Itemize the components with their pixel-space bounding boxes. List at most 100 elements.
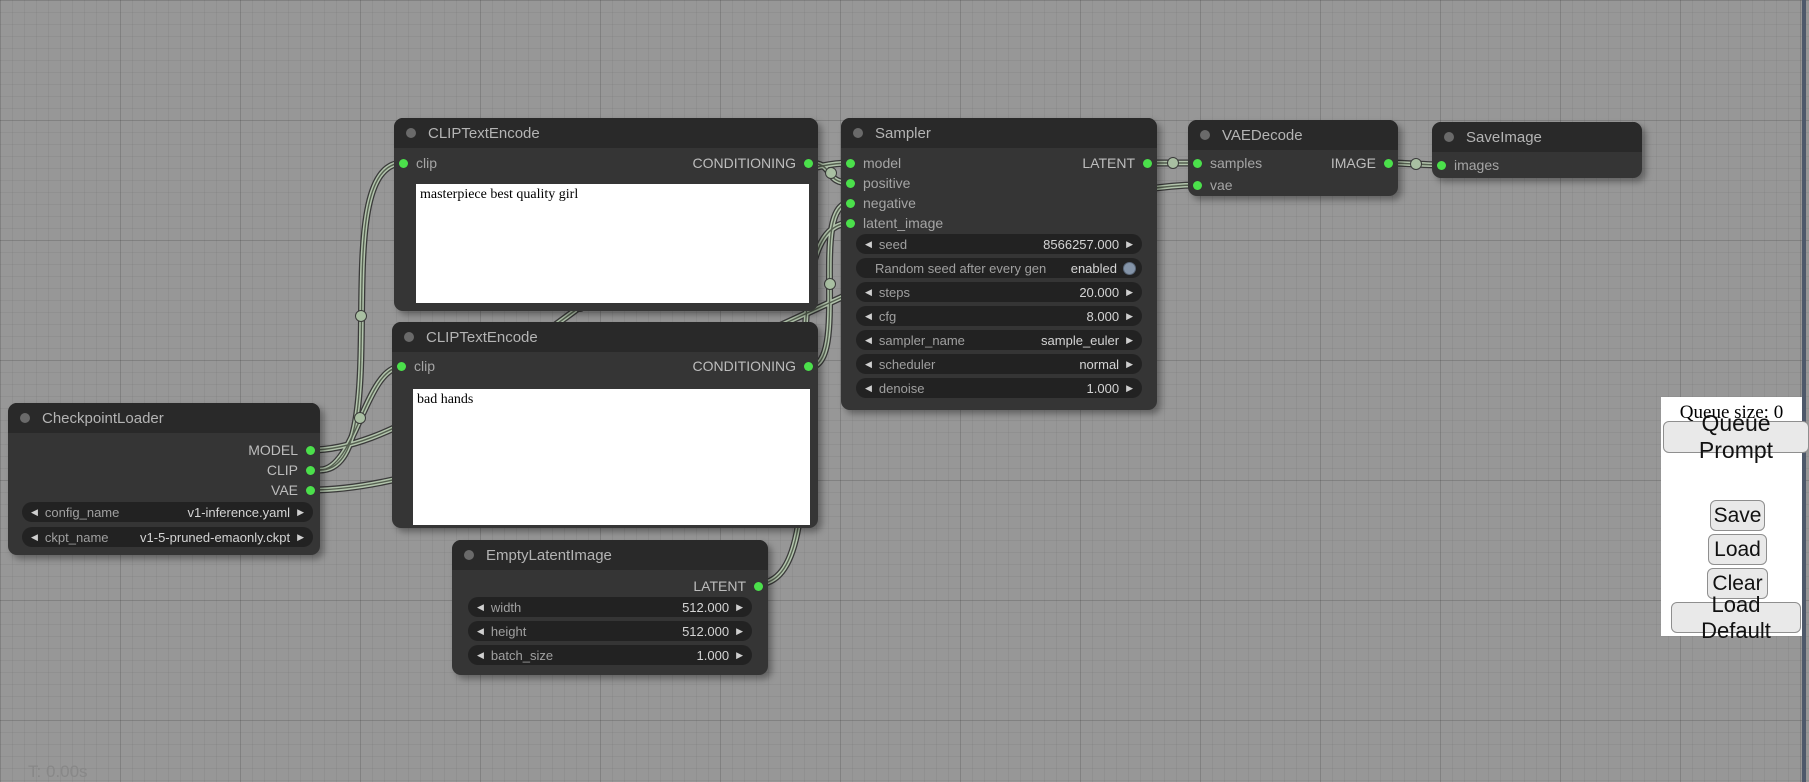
stepper-right-icon[interactable]: ▶	[297, 508, 304, 517]
collapse-dot[interactable]	[404, 332, 414, 342]
node-title-bar: SaveImage	[1432, 122, 1642, 152]
widget-steps[interactable]: ◀ steps 20.000 ▶	[856, 282, 1142, 302]
node-checkpoint-loader[interactable]: CheckpointLoader MODEL CLIP VAE ◀ config…	[8, 403, 320, 555]
output-slot-latent[interactable]: LATENT	[693, 576, 763, 596]
collapse-dot[interactable]	[1444, 132, 1454, 142]
stepper-right-icon[interactable]: ▶	[1126, 384, 1133, 393]
output-slot-model[interactable]: MODEL	[248, 440, 315, 460]
input-slot-clip[interactable]: clip	[397, 356, 435, 376]
input-dot-icon[interactable]	[846, 159, 855, 168]
collapse-dot[interactable]	[406, 128, 416, 138]
side-menu-panel: Queue size: 0 Queue Prompt Save Load Cle…	[1661, 397, 1802, 636]
stepper-left-icon[interactable]: ◀	[865, 240, 872, 249]
stepper-left-icon[interactable]: ◀	[865, 336, 872, 345]
input-dot-icon[interactable]	[846, 219, 855, 228]
output-slot-conditioning[interactable]: CONDITIONING	[693, 153, 813, 173]
input-slot-model[interactable]: model	[846, 153, 901, 173]
input-dot-icon[interactable]	[846, 179, 855, 188]
stepper-right-icon[interactable]: ▶	[297, 533, 304, 542]
stepper-right-icon[interactable]: ▶	[1126, 288, 1133, 297]
node-empty-latent-image[interactable]: EmptyLatentImage LATENT ◀ width 512.000 …	[452, 540, 768, 675]
stepper-left-icon[interactable]: ◀	[865, 360, 872, 369]
output-dot-icon[interactable]	[1143, 159, 1152, 168]
stepper-right-icon[interactable]: ▶	[1126, 360, 1133, 369]
stepper-left-icon[interactable]: ◀	[865, 288, 872, 297]
collapse-dot[interactable]	[853, 128, 863, 138]
stepper-right-icon[interactable]: ▶	[1126, 240, 1133, 249]
node-clip-text-encode-positive[interactable]: CLIPTextEncode clip CONDITIONING masterp…	[394, 118, 818, 311]
input-slot-positive[interactable]: positive	[846, 173, 910, 193]
node-clip-text-encode-negative[interactable]: CLIPTextEncode clip CONDITIONING bad han…	[392, 322, 818, 528]
widget-batch-size[interactable]: ◀ batch_size 1.000 ▶	[468, 645, 752, 665]
window-scrollbar[interactable]	[1802, 0, 1806, 782]
prompt-textarea[interactable]: masterpiece best quality girl	[416, 184, 809, 303]
output-dot-icon[interactable]	[306, 466, 315, 475]
stepper-right-icon[interactable]: ▶	[736, 627, 743, 636]
toggle-dot-icon[interactable]	[1123, 262, 1136, 275]
input-slot-negative[interactable]: negative	[846, 193, 916, 213]
input-dot-icon[interactable]	[397, 362, 406, 371]
input-slot-vae[interactable]: vae	[1193, 175, 1233, 195]
collapse-dot[interactable]	[1200, 130, 1210, 140]
input-dot-icon[interactable]	[1437, 161, 1446, 170]
stepper-left-icon[interactable]: ◀	[31, 533, 38, 542]
input-dot-icon[interactable]	[1193, 181, 1202, 190]
output-dot-icon[interactable]	[804, 362, 813, 371]
widget-height[interactable]: ◀ height 512.000 ▶	[468, 621, 752, 641]
stepper-left-icon[interactable]: ◀	[31, 508, 38, 517]
widget-cfg[interactable]: ◀ cfg 8.000 ▶	[856, 306, 1142, 326]
stepper-right-icon[interactable]: ▶	[1126, 336, 1133, 345]
collapse-dot[interactable]	[20, 413, 30, 423]
input-dot-icon[interactable]	[846, 199, 855, 208]
node-title-bar: Sampler	[841, 118, 1157, 148]
node-title: SaveImage	[1466, 129, 1542, 146]
save-button[interactable]: Save	[1710, 500, 1765, 531]
node-title: VAEDecode	[1222, 127, 1303, 144]
output-dot-icon[interactable]	[804, 159, 813, 168]
input-slot-samples[interactable]: samples	[1193, 153, 1262, 173]
input-slot-latent-image[interactable]: latent_image	[846, 213, 943, 233]
load-default-button[interactable]: Load Default	[1671, 602, 1801, 633]
input-dot-icon[interactable]	[1193, 159, 1202, 168]
widget-scheduler[interactable]: ◀ scheduler normal ▶	[856, 354, 1142, 374]
output-dot-icon[interactable]	[1384, 159, 1393, 168]
collapse-dot[interactable]	[464, 550, 474, 560]
node-save-image[interactable]: SaveImage images	[1432, 122, 1642, 178]
load-button[interactable]: Load	[1708, 534, 1767, 565]
widget-width[interactable]: ◀ width 512.000 ▶	[468, 597, 752, 617]
output-slot-conditioning[interactable]: CONDITIONING	[693, 356, 813, 376]
widget-seed[interactable]: ◀ seed 8566257.000 ▶	[856, 234, 1142, 254]
render-time-label: T: 0.00s	[28, 762, 88, 782]
prompt-textarea[interactable]: bad hands	[413, 389, 810, 525]
output-dot-icon[interactable]	[306, 486, 315, 495]
input-slot-images[interactable]: images	[1437, 155, 1499, 175]
queue-prompt-button[interactable]: Queue Prompt	[1663, 421, 1809, 453]
output-slot-clip[interactable]: CLIP	[267, 460, 315, 480]
widget-random-seed-toggle[interactable]: Random seed after every gen enabled	[856, 258, 1142, 278]
input-slot-clip[interactable]: clip	[399, 153, 437, 173]
stepper-right-icon[interactable]: ▶	[736, 603, 743, 612]
output-slot-image[interactable]: IMAGE	[1331, 153, 1393, 173]
stepper-left-icon[interactable]: ◀	[477, 627, 484, 636]
node-vae-decode[interactable]: VAEDecode samples vae IMAGE	[1188, 120, 1398, 196]
input-dot-icon[interactable]	[399, 159, 408, 168]
stepper-left-icon[interactable]: ◀	[865, 312, 872, 321]
widget-config-name[interactable]: ◀ config_name v1-inference.yaml ▶	[22, 502, 313, 522]
widget-ckpt-name[interactable]: ◀ ckpt_name v1-5-pruned-emaonly.ckpt ▶	[22, 527, 313, 547]
output-slot-latent[interactable]: LATENT	[1082, 153, 1152, 173]
node-title-bar: CLIPTextEncode	[392, 322, 818, 352]
node-title: EmptyLatentImage	[486, 547, 612, 564]
node-title-bar: CheckpointLoader	[8, 403, 320, 433]
widget-denoise[interactable]: ◀ denoise 1.000 ▶	[856, 378, 1142, 398]
node-title: CheckpointLoader	[42, 410, 164, 427]
output-dot-icon[interactable]	[306, 446, 315, 455]
stepper-right-icon[interactable]: ▶	[1126, 312, 1133, 321]
output-dot-icon[interactable]	[754, 582, 763, 591]
widget-sampler-name[interactable]: ◀ sampler_name sample_euler ▶	[856, 330, 1142, 350]
stepper-left-icon[interactable]: ◀	[477, 651, 484, 660]
stepper-left-icon[interactable]: ◀	[865, 384, 872, 393]
node-sampler[interactable]: Sampler model positive negative latent_i…	[841, 118, 1157, 410]
stepper-right-icon[interactable]: ▶	[736, 651, 743, 660]
output-slot-vae[interactable]: VAE	[271, 480, 315, 500]
stepper-left-icon[interactable]: ◀	[477, 603, 484, 612]
